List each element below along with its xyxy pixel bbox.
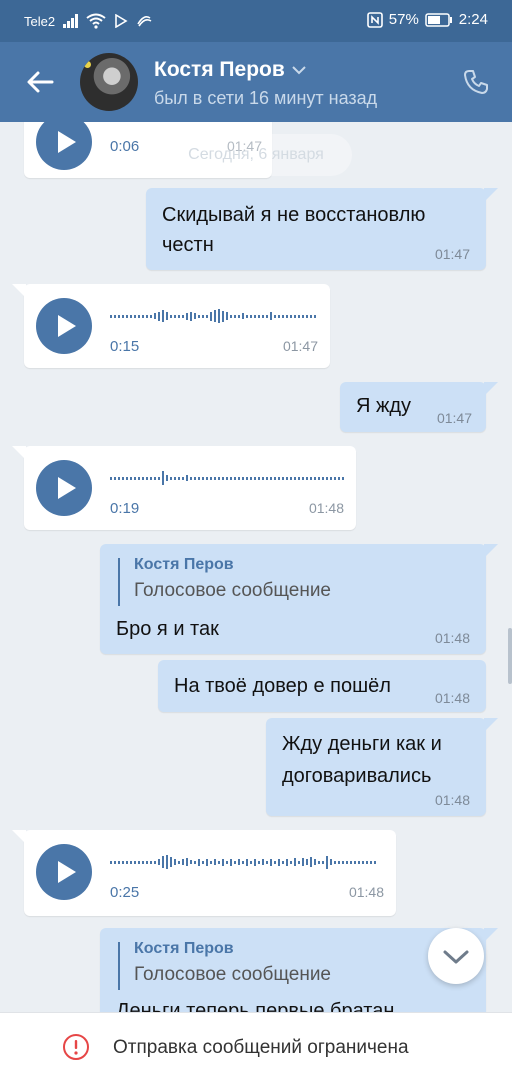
message-time: 01:48 [434, 690, 470, 706]
reply-quote-bar [118, 558, 120, 606]
voice-waveform[interactable] [110, 306, 316, 326]
last-seen-status: был в сети 16 минут назад [154, 88, 378, 108]
voice-waveform[interactable] [110, 468, 344, 488]
date-divider: Сегодня, 6 января [160, 134, 352, 176]
nfc-icon [366, 11, 383, 28]
message-time: 01:47 [434, 246, 470, 262]
voice-duration: 0:15 [110, 338, 140, 355]
message-time: 01:48 [434, 630, 470, 646]
reply-author[interactable]: Костя Перов [134, 940, 234, 958]
play-button[interactable] [36, 844, 92, 900]
outgoing-message[interactable]: Жду деньги как и договаривались 01:48 [266, 718, 498, 816]
play-button[interactable] [36, 122, 92, 170]
chevron-down-icon [443, 950, 469, 964]
message-text: Я жду [356, 395, 412, 417]
scrollbar-thumb[interactable] [508, 628, 512, 684]
message-list[interactable]: 0:06 01:47 Сегодня, 6 января Скидывай я … [0, 122, 512, 1012]
signal-icon [63, 14, 79, 28]
scroll-down-button[interactable] [428, 928, 484, 984]
play-button[interactable] [36, 460, 92, 516]
message-time: 01:47 [436, 410, 472, 426]
voice-duration: 0:06 [110, 138, 140, 155]
outgoing-message[interactable]: На твоё довер е пошёл 01:48 [158, 660, 486, 712]
battery-percent: 57% [388, 11, 419, 28]
message-text: Бро я и так [116, 618, 219, 640]
message-time: 01:47 [282, 338, 318, 354]
message-text-line: Скидывай я не восстановлю [162, 204, 426, 226]
voice-message[interactable]: 0:25 01:48 [12, 830, 396, 916]
outgoing-message[interactable]: Скидывай я не восстановлю честн 01:47 [146, 188, 498, 270]
carrier-label: Tele2 [24, 13, 56, 29]
reply-quote-bar [118, 942, 120, 990]
phone-icon[interactable] [462, 68, 490, 96]
vk-status-icon [137, 16, 152, 27]
message-text: На твоё довер е пошёл [174, 675, 391, 697]
status-bar: Tele2 57% 2:24 [0, 0, 512, 42]
voice-waveform[interactable] [110, 122, 260, 130]
contact-name-row[interactable]: Костя Перов [154, 58, 307, 82]
reply-author[interactable]: Костя Перов [134, 556, 234, 574]
clock: 2:24 [458, 11, 488, 28]
message-time: 01:48 [308, 500, 344, 516]
reply-preview[interactable]: Голосовое сообщение [134, 964, 331, 986]
reply-preview[interactable]: Голосовое сообщение [134, 580, 331, 602]
messaging-restricted-bar: Отправка сообщений ограничена [0, 1012, 512, 1080]
message-text-line: честн [162, 234, 214, 256]
message-text-line: договаривались [282, 765, 432, 787]
voice-waveform[interactable] [110, 852, 376, 872]
voice-message[interactable]: 0:19 01:48 [12, 446, 356, 530]
outgoing-reply-message[interactable]: Костя Перов Голосовое сообщение Бро я и … [100, 544, 498, 654]
outgoing-message[interactable]: Я жду 01:47 [340, 382, 498, 432]
chat-header: Костя Перов был в сети 16 минут назад [0, 42, 512, 122]
chevron-down-icon [292, 66, 306, 75]
battery-icon [425, 12, 452, 27]
voice-duration: 0:25 [110, 884, 140, 901]
message-text-line: Жду деньги как и [282, 733, 442, 755]
message-text: Деньги теперь первые братан [116, 1000, 395, 1012]
restriction-notice: Отправка сообщений ограничена [113, 1037, 409, 1058]
play-store-icon [115, 14, 128, 28]
wifi-icon [86, 13, 106, 29]
avatar[interactable] [80, 53, 138, 111]
warning-circle-icon [63, 1034, 89, 1060]
voice-duration: 0:19 [110, 500, 140, 517]
contact-name: Костя Перов [154, 58, 285, 81]
message-time: 01:48 [434, 792, 470, 808]
online-indicator [84, 61, 91, 68]
play-button[interactable] [36, 298, 92, 354]
back-arrow-icon[interactable] [24, 68, 56, 96]
message-time: 01:48 [348, 884, 384, 900]
voice-message[interactable]: 0:15 01:47 [12, 284, 330, 368]
